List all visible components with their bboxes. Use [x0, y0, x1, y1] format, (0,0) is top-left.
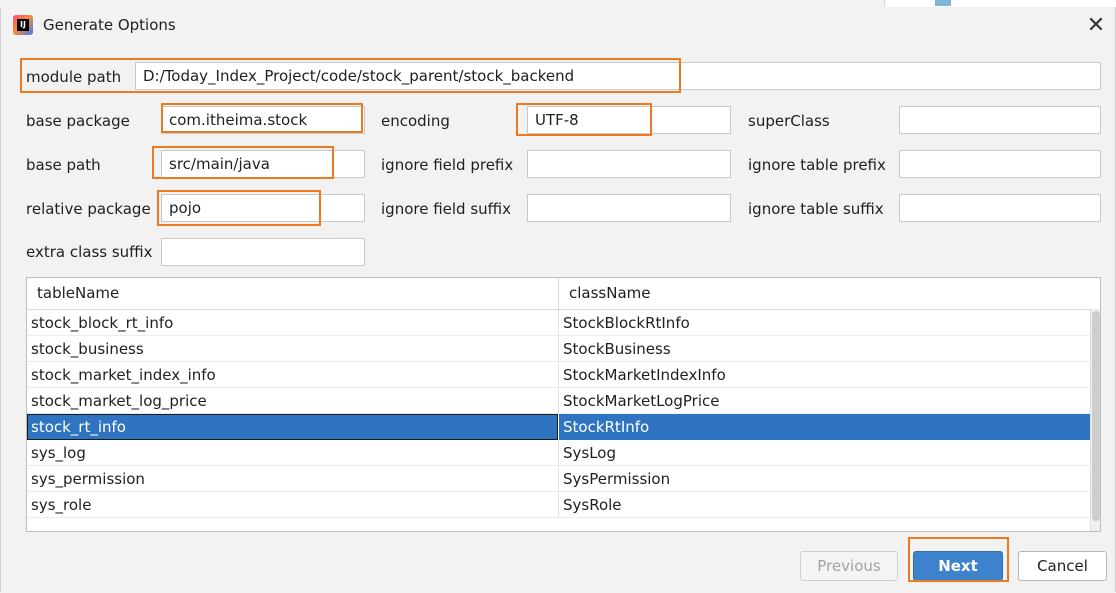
close-button[interactable]: ✕: [1081, 11, 1111, 41]
table-list[interactable]: tableName className stock_block_rt_info S…: [26, 277, 1101, 532]
generate-options-dialog: IJ Generate Options ✕ module path base p…: [0, 7, 1116, 592]
table-body: stock_block_rt_info StockBlockRtInfo stock…: [27, 310, 1090, 518]
base-path-label: base path: [26, 156, 101, 174]
extra-class-suffix-input[interactable]: [161, 238, 365, 266]
cell-classname: StockBusiness: [563, 340, 671, 358]
relative-package-label: relative package: [26, 200, 151, 218]
table-row[interactable]: sys_role SysRole: [27, 492, 1090, 518]
module-path-label: module path: [26, 68, 122, 86]
ignore-table-suffix-label: ignore table suffix: [748, 200, 884, 218]
background-project-tree: schemas 2: [884, 0, 1116, 7]
intellij-app-icon: IJ: [13, 15, 33, 35]
ignore-field-prefix-input[interactable]: [527, 150, 731, 178]
cell-classname: StockMarketLogPrice: [563, 392, 720, 410]
cell-tablename: stock_rt_info: [27, 414, 558, 440]
cell-tablename: stock_market_log_price: [31, 392, 207, 410]
encoding-input[interactable]: [527, 106, 731, 134]
cell-classname: StockBlockRtInfo: [563, 314, 690, 332]
ignore-field-prefix-label: ignore field prefix: [381, 156, 514, 174]
base-package-label: base package: [26, 112, 130, 130]
relative-package-input[interactable]: [161, 194, 365, 222]
cell-tablename: stock_business: [31, 340, 144, 358]
table-row[interactable]: stock_rt_info StockRtInfo: [27, 414, 1090, 440]
column-header-classname[interactable]: className: [559, 278, 1090, 309]
scrollbar-thumb[interactable]: [1092, 311, 1100, 521]
superclass-label: superClass: [748, 112, 830, 130]
cell-tablename: stock_market_index_info: [31, 366, 216, 384]
table-header: tableName className: [27, 278, 1100, 310]
table-scrollbar[interactable]: [1090, 309, 1100, 531]
cell-tablename: sys_log: [31, 444, 86, 462]
cell-classname: StockRtInfo: [563, 418, 650, 436]
extra-class-suffix-label: extra class suffix: [26, 243, 153, 261]
cell-classname: SysLog: [563, 444, 617, 462]
table-row[interactable]: stock_business StockBusiness: [27, 336, 1090, 362]
ignore-table-prefix-label: ignore table prefix: [748, 156, 886, 174]
table-row[interactable]: stock_market_log_price StockMarketLogPric…: [27, 388, 1090, 414]
table-row[interactable]: sys_permission SysPermission: [27, 466, 1090, 492]
encoding-label: encoding: [381, 112, 450, 130]
cell-classname: SysPermission: [563, 470, 671, 488]
folder-icon: [935, 0, 951, 6]
ignore-table-prefix-input[interactable]: [899, 150, 1101, 178]
base-path-input[interactable]: [161, 150, 365, 178]
cancel-button[interactable]: Cancel: [1018, 551, 1107, 581]
cell-tablename: sys_role: [31, 496, 92, 514]
superclass-input[interactable]: [899, 106, 1101, 134]
module-path-input[interactable]: [135, 62, 1101, 90]
cell-tablename: sys_permission: [31, 470, 145, 488]
column-header-tablename[interactable]: tableName: [27, 278, 558, 309]
ignore-field-suffix-input[interactable]: [527, 194, 731, 222]
cell-classname: SysRole: [563, 496, 622, 514]
ignore-table-suffix-input[interactable]: [899, 194, 1101, 222]
table-row[interactable]: stock_market_index_info StockMarketIndexI…: [27, 362, 1090, 388]
table-row[interactable]: sys_log SysLog: [27, 440, 1090, 466]
cell-tablename: stock_block_rt_info: [31, 314, 174, 332]
dialog-title: Generate Options: [43, 16, 176, 34]
table-row[interactable]: stock_block_rt_info StockBlockRtInfo: [27, 310, 1090, 336]
ignore-field-suffix-label: ignore field suffix: [381, 200, 512, 218]
tree-item-count: 2: [1031, 0, 1039, 2]
dialog-titlebar: IJ Generate Options ✕: [1, 7, 1115, 45]
tree-item-label: schemas: [961, 0, 1023, 4]
next-button[interactable]: Next: [913, 551, 1003, 581]
cell-classname: StockMarketIndexInfo: [563, 366, 726, 384]
previous-button[interactable]: Previous: [800, 551, 898, 581]
base-package-input[interactable]: [161, 106, 365, 134]
